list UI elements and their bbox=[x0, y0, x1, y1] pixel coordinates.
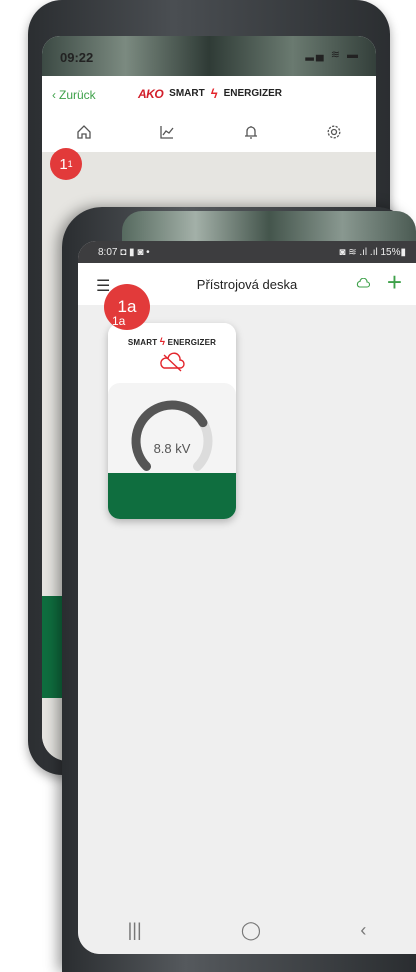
back-nav-button[interactable]: ‹ bbox=[360, 920, 366, 941]
status-icons: ▂▄ ≋ ▬ bbox=[305, 49, 360, 61]
page-title: Přístrojová deska bbox=[196, 276, 298, 292]
status-right: ◙ ≋ .ıl .ıl 15%▮ bbox=[339, 246, 406, 258]
ako-logo: AKO bbox=[138, 86, 164, 101]
brand-smart: SMART bbox=[169, 88, 205, 99]
badge-1-sup: 1 bbox=[67, 159, 73, 169]
badge-1-label: 1 bbox=[59, 155, 68, 173]
gauge-dial bbox=[131, 400, 213, 471]
back-nav-bar: ‹ Zurück AKO SMART ϟ ENERGIZER bbox=[52, 82, 366, 108]
cloud-off-icon bbox=[160, 352, 185, 372]
badge-1a-sublabel: 1a bbox=[112, 314, 126, 328]
annotation-badge-1: 11 bbox=[50, 148, 82, 180]
brand-energizer: ENERGIZER bbox=[223, 88, 282, 99]
card-header: SMART ϟ ENERGIZER bbox=[108, 323, 236, 383]
bolt-icon: ϟ bbox=[210, 86, 218, 101]
brand-logo: AKO SMART ϟ ENERGIZER bbox=[138, 86, 282, 101]
card-footer bbox=[108, 473, 236, 519]
chevron-left-icon: ‹ bbox=[52, 88, 56, 102]
gauge-value: 8.8 kV bbox=[153, 441, 191, 456]
front-phone-screen: 8:07 ◘ ▮ ◙ • ◙ ≋ .ıl .ıl 15%▮ ☰ Přístroj… bbox=[78, 241, 416, 954]
device-card[interactable]: SMART ϟ ENERGIZER 8.8 kV bbox=[108, 323, 236, 519]
wallpaper bbox=[122, 211, 416, 245]
status-time: 09:22 bbox=[60, 50, 94, 65]
gauge-fill-arc bbox=[131, 400, 208, 471]
tab-bar bbox=[42, 116, 376, 152]
add-icon[interactable]: + bbox=[387, 269, 402, 295]
home-button[interactable]: ◯ bbox=[241, 920, 261, 941]
system-nav-bar: ||| ◯ ‹ bbox=[78, 906, 416, 954]
chart-icon[interactable] bbox=[159, 124, 175, 145]
status-left: 8:07 ◘ ▮ ◙ • bbox=[98, 246, 150, 258]
back-button[interactable]: ‹ Zurück bbox=[52, 88, 96, 102]
status-bar: 8:07 ◘ ▮ ◙ • ◙ ≋ .ıl .ıl 15%▮ bbox=[78, 241, 416, 263]
annotation-badge-1a: 1a bbox=[104, 284, 150, 330]
card-brand-smart: SMART bbox=[127, 338, 158, 347]
recents-button[interactable]: ||| bbox=[128, 920, 142, 941]
home-icon[interactable] bbox=[76, 124, 92, 145]
bell-icon[interactable] bbox=[243, 124, 259, 145]
cloud-icon[interactable] bbox=[356, 275, 371, 291]
gauge: 8.8 kV bbox=[108, 383, 236, 473]
gear-icon[interactable] bbox=[326, 124, 342, 145]
bolt-icon: ϟ bbox=[159, 337, 166, 348]
back-button-label: Zurück bbox=[59, 88, 96, 102]
card-brand-energizer: ENERGIZER bbox=[167, 338, 217, 347]
